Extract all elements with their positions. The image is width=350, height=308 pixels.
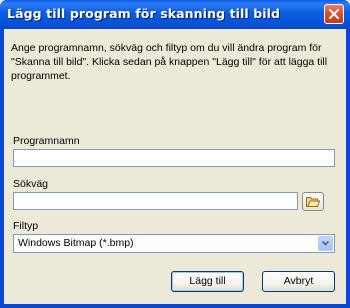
program-name-label: Programnamn [13,135,80,147]
path-field[interactable] [13,192,298,210]
close-icon [329,9,339,19]
dialog-window: Lägg till program för skanning till bild… [0,0,350,308]
program-name-field[interactable] [13,149,335,167]
close-button[interactable] [324,4,344,24]
dropdown-arrow-button[interactable] [318,236,333,251]
cancel-button[interactable]: Avbryt [262,271,335,292]
browse-button[interactable] [302,192,324,211]
title-bar[interactable]: Lägg till program för skanning till bild [0,0,350,29]
filetype-selected-value: Windows Bitmap (*.bmp) [18,237,134,249]
filetype-label: Filtyp [13,220,39,232]
add-button[interactable]: Lägg till [171,271,244,292]
chevron-down-icon [322,241,329,246]
instructions-text: Ange programnamn, sökväg och filtyp om d… [11,42,328,82]
folder-icon [306,197,320,207]
filetype-dropdown[interactable]: Windows Bitmap (*.bmp) [13,234,335,253]
window-title: Lägg till program för skanning till bild [7,6,281,21]
path-label: Sökväg [13,178,49,190]
dialog-body: Ange programnamn, sökväg och filtyp om d… [4,29,346,304]
